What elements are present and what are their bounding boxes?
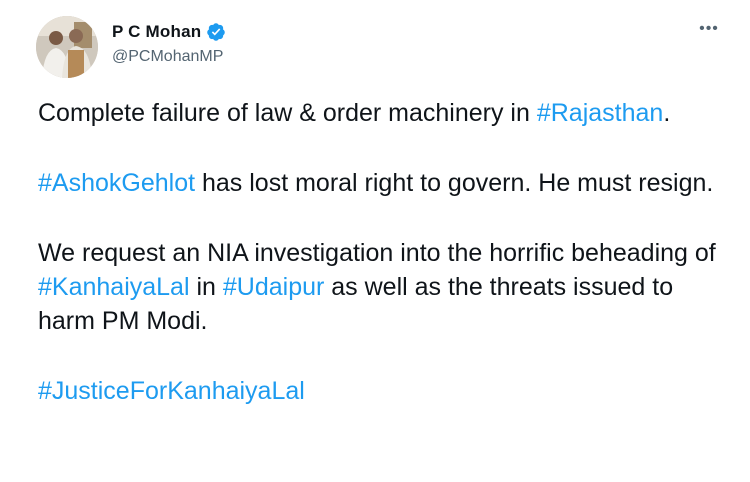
hashtag-udaipur[interactable]: #Udaipur: [223, 273, 324, 301]
hashtag-ashokgehlot[interactable]: #AshokGehlot: [38, 169, 195, 197]
name-row: P C Mohan: [112, 22, 226, 42]
text-segment: We request an NIA investigation into the…: [38, 239, 716, 267]
tweet-text: Complete failure of law & order machiner…: [38, 96, 728, 444]
text-segment: .: [663, 99, 671, 127]
avatar-photo-icon: [36, 16, 98, 78]
avatar[interactable]: [36, 16, 98, 78]
more-options-button[interactable]: •••: [692, 18, 726, 46]
handle[interactable]: @PCMohanMP: [112, 48, 223, 66]
tweet-paragraph-4: #JusticeForKanhaiyaLal: [38, 374, 728, 408]
more-icon: •••: [699, 20, 719, 37]
tweet-card: P C Mohan @PCMohanMP ••• Complete failur…: [0, 0, 750, 482]
hashtag-rajasthan[interactable]: #Rajasthan: [537, 99, 663, 127]
hashtag-justiceforkanhaiyalal[interactable]: #JusticeForKanhaiyaLal: [38, 377, 305, 405]
tweet-header: P C Mohan @PCMohanMP •••: [36, 16, 726, 80]
tweet-paragraph-3: We request an NIA investigation into the…: [38, 236, 728, 338]
text-segment: in: [189, 273, 223, 301]
tweet-paragraph-1: Complete failure of law & order machiner…: [38, 96, 728, 130]
text-segment: has lost moral right to govern. He must …: [195, 169, 714, 197]
tweet-paragraph-2: #AshokGehlot has lost moral right to gov…: [38, 166, 728, 200]
display-name[interactable]: P C Mohan: [112, 22, 201, 42]
text-segment: Complete failure of law & order machiner…: [38, 99, 537, 127]
verified-badge-icon: [206, 22, 226, 42]
hashtag-kanhaiyalal[interactable]: #KanhaiyaLal: [38, 273, 190, 301]
